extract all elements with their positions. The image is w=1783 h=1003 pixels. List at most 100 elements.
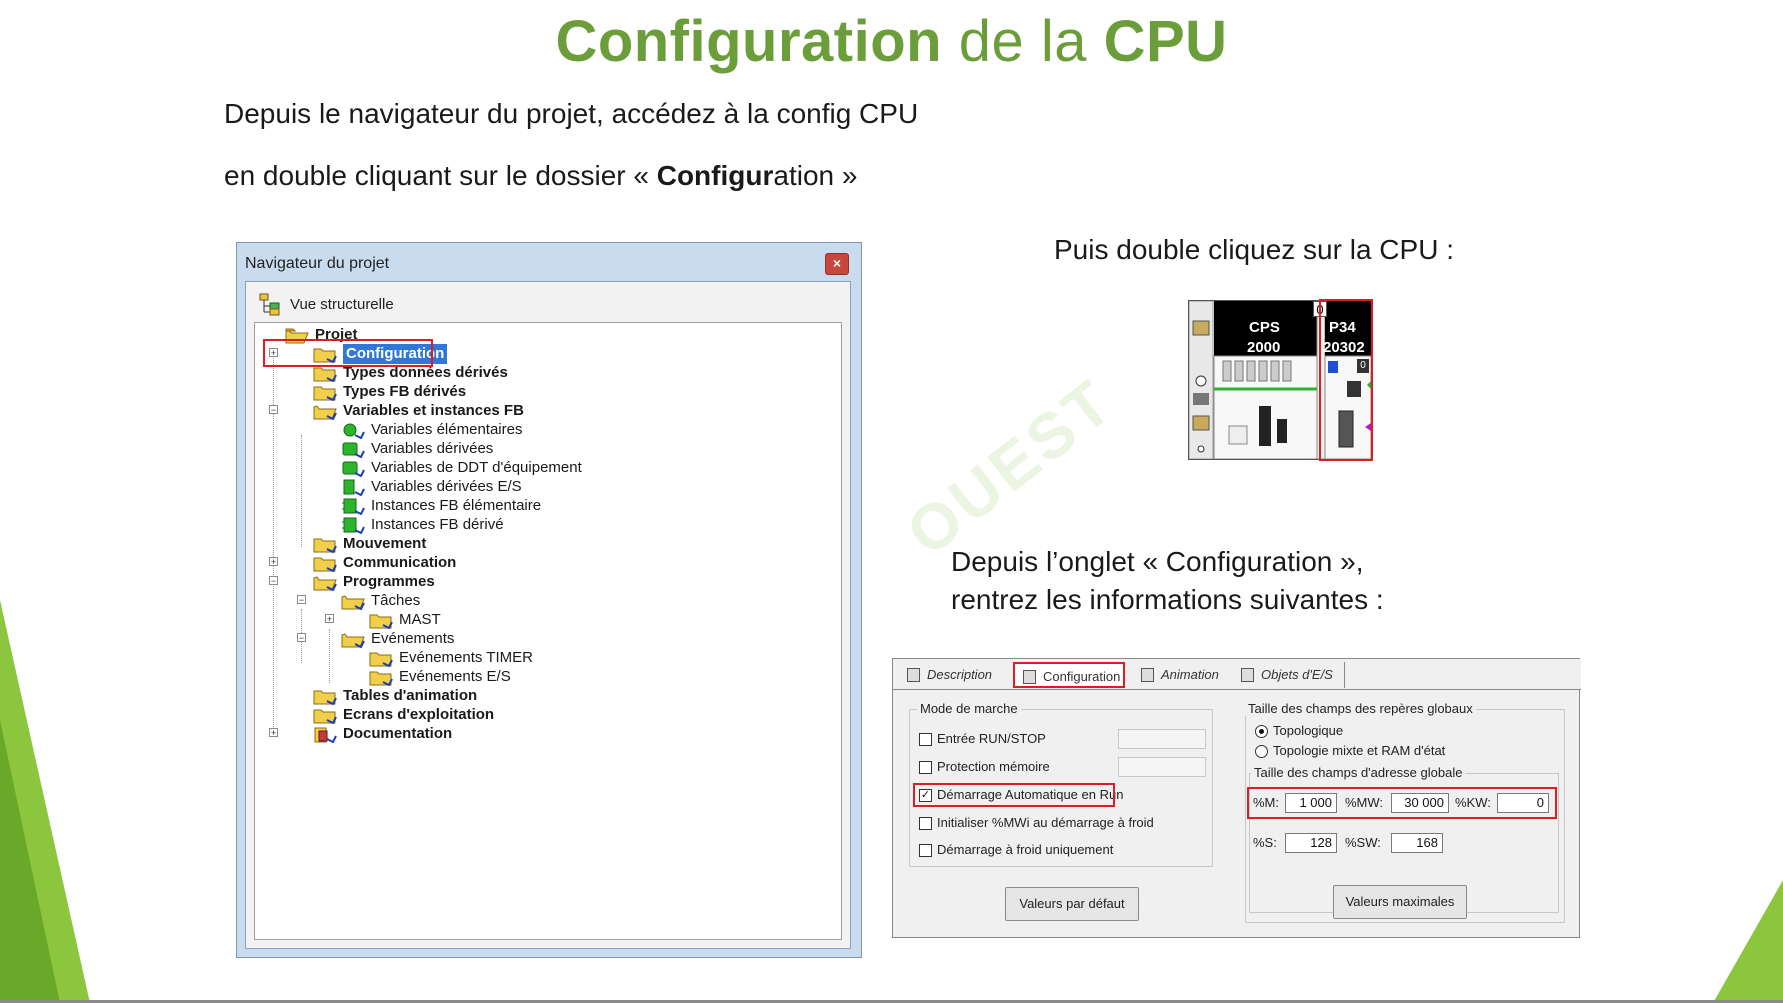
mode-group-label: Mode de marche [917,701,1021,716]
s-field[interactable]: 128 [1285,833,1337,853]
structural-view-label[interactable]: Vue structurelle [290,296,394,313]
expand-plus-icon[interactable]: + [325,614,334,624]
folder-open-icon [341,633,365,648]
title-part-cpu: CPU [1103,9,1228,74]
sw-field[interactable]: 168 [1391,833,1443,853]
title-part-configuration: Configuration [555,9,943,74]
checkbox-demarrage-froid[interactable] [919,844,932,857]
intro-line-2-prefix: en double cliquant sur le dossier « [224,160,657,191]
cpu-configuration-panel: Description Configuration Animation Obje… [892,658,1581,938]
option-label: Protection mémoire [937,759,1050,774]
tree-item-label: Instances FB élémentaire [371,497,542,514]
folder-icon [313,557,337,572]
project-tree[interactable]: Projet + Configuration Types données dér… [254,322,842,940]
radio-topologique[interactable] [1255,725,1268,738]
tab-configuration[interactable]: Configuration [1013,662,1125,688]
tree-item-label: Instances FB dérivé [371,516,504,533]
checkbox-init-mwi[interactable] [919,817,932,830]
power-module-name: CPS [1249,319,1280,336]
intro-line-2-bold-r: r [762,160,774,191]
protection-input[interactable] [1118,757,1206,777]
checkbox-protection-memoire[interactable] [919,761,932,774]
folder-icon [313,690,337,705]
tab-label: Configuration [1043,669,1121,684]
max-values-button[interactable]: Valeurs maximales [1333,885,1467,919]
highlight-box-cpu [1319,299,1373,461]
tree-item-label: Types FB dérivés [343,383,467,400]
tree-item-label: Variables élémentaires [371,421,523,438]
folder-open-icon [313,405,337,420]
checkbox-entree-run-stop[interactable] [919,733,932,746]
intro-line-2-bold: Configu [656,160,763,191]
expand-plus-icon[interactable]: + [269,557,278,567]
green-block-icon [342,461,365,477]
watermark: OUEST [893,364,1128,570]
tree-line [329,629,330,683]
collapse-minus-icon[interactable]: − [269,405,278,415]
tab-description[interactable]: Description [899,662,1011,688]
folder-icon [313,386,337,401]
power-module-number: 2000 [1247,339,1281,356]
sw-label: %SW: [1345,835,1381,850]
tab-animation[interactable]: Animation [1133,662,1233,688]
fields-group-label: Taille des champs des repères globaux [1245,701,1476,716]
radio-topologie-mixte[interactable] [1255,745,1268,758]
green-block-icon [342,442,365,458]
run-stop-input[interactable] [1118,729,1206,749]
tree-item-label: Evénements E/S [399,668,511,685]
intro-line-2: en double cliquant sur le dossier « Conf… [224,160,857,192]
tab-objets-es[interactable]: Objets d'E/S [1233,662,1345,688]
folder-icon [313,538,337,553]
tab-icon [907,668,920,682]
tree-line [301,435,302,547]
highlight-box-address-fields [1247,787,1557,819]
folder-open-icon [313,576,337,591]
folder-icon [313,367,337,382]
green-dot-icon [343,423,365,439]
tree-item-label: Evénements TIMER [399,649,533,666]
option-label: Entrée RUN/STOP [937,731,1046,746]
tree-item-label: Documentation [343,725,453,742]
s-label: %S: [1253,835,1277,850]
expand-plus-icon[interactable]: + [269,728,278,738]
intro-line-2-rest: ation » [773,160,858,191]
radio-label: Topologique [1273,723,1344,738]
tab-label: Objets d'E/S [1261,667,1333,682]
tree-item-label: Variables dérivées [371,440,494,457]
option-label: Démarrage à froid uniquement [937,842,1114,857]
tree-item-label: MAST [399,611,441,628]
tree-item-label: Variables dérivées E/S [371,478,522,495]
structural-view-icon [259,293,280,316]
project-navigator-window[interactable]: Navigateur du projet × Vue structurelle … [236,242,862,958]
tree-item-label: Programmes [343,573,435,590]
fb-block-icon [342,517,365,534]
close-icon[interactable]: × [825,253,849,275]
decorative-triangle-right [1713,880,1783,1003]
default-values-button[interactable]: Valeurs par défaut [1005,887,1139,921]
folder-icon [313,709,337,724]
collapse-minus-icon[interactable]: − [297,633,306,643]
option-label: Initialiser %MWi au démarrage à froid [937,815,1154,830]
tree-item-label: Communication [343,554,457,571]
tab-label: Description [927,667,993,682]
folder-open-icon [341,595,365,610]
cpu-instruction: Puis double cliquez sur la CPU : [1054,234,1454,265]
folder-icon [369,614,393,629]
folder-icon [369,652,393,667]
tab-label: Animation [1161,667,1219,682]
tree-item-label: Variables de DDT d'équipement [371,459,582,476]
cpu-rack-image[interactable]: 0 CPS 2000 P34 20302 0 [1188,299,1373,461]
tree-item-label: Tâches [371,592,421,609]
collapse-minus-icon[interactable]: − [297,595,306,605]
navigator-panel: Vue structurelle Projet + Configuration … [245,281,851,949]
highlight-box-configuration [263,339,433,367]
tree-item-label: Mouvement [343,535,427,552]
address-group-label: Taille des champs d'adresse globale [1251,765,1466,780]
collapse-minus-icon[interactable]: − [269,576,278,586]
documentation-icon [314,727,337,743]
tree-item-label: Variables et instances FB [343,402,524,419]
folder-icon [369,671,393,686]
navigator-title: Navigateur du projet [245,255,390,272]
tab-icon [1141,668,1154,682]
tree-item-label: Ecrans d'exploitation [343,706,495,723]
